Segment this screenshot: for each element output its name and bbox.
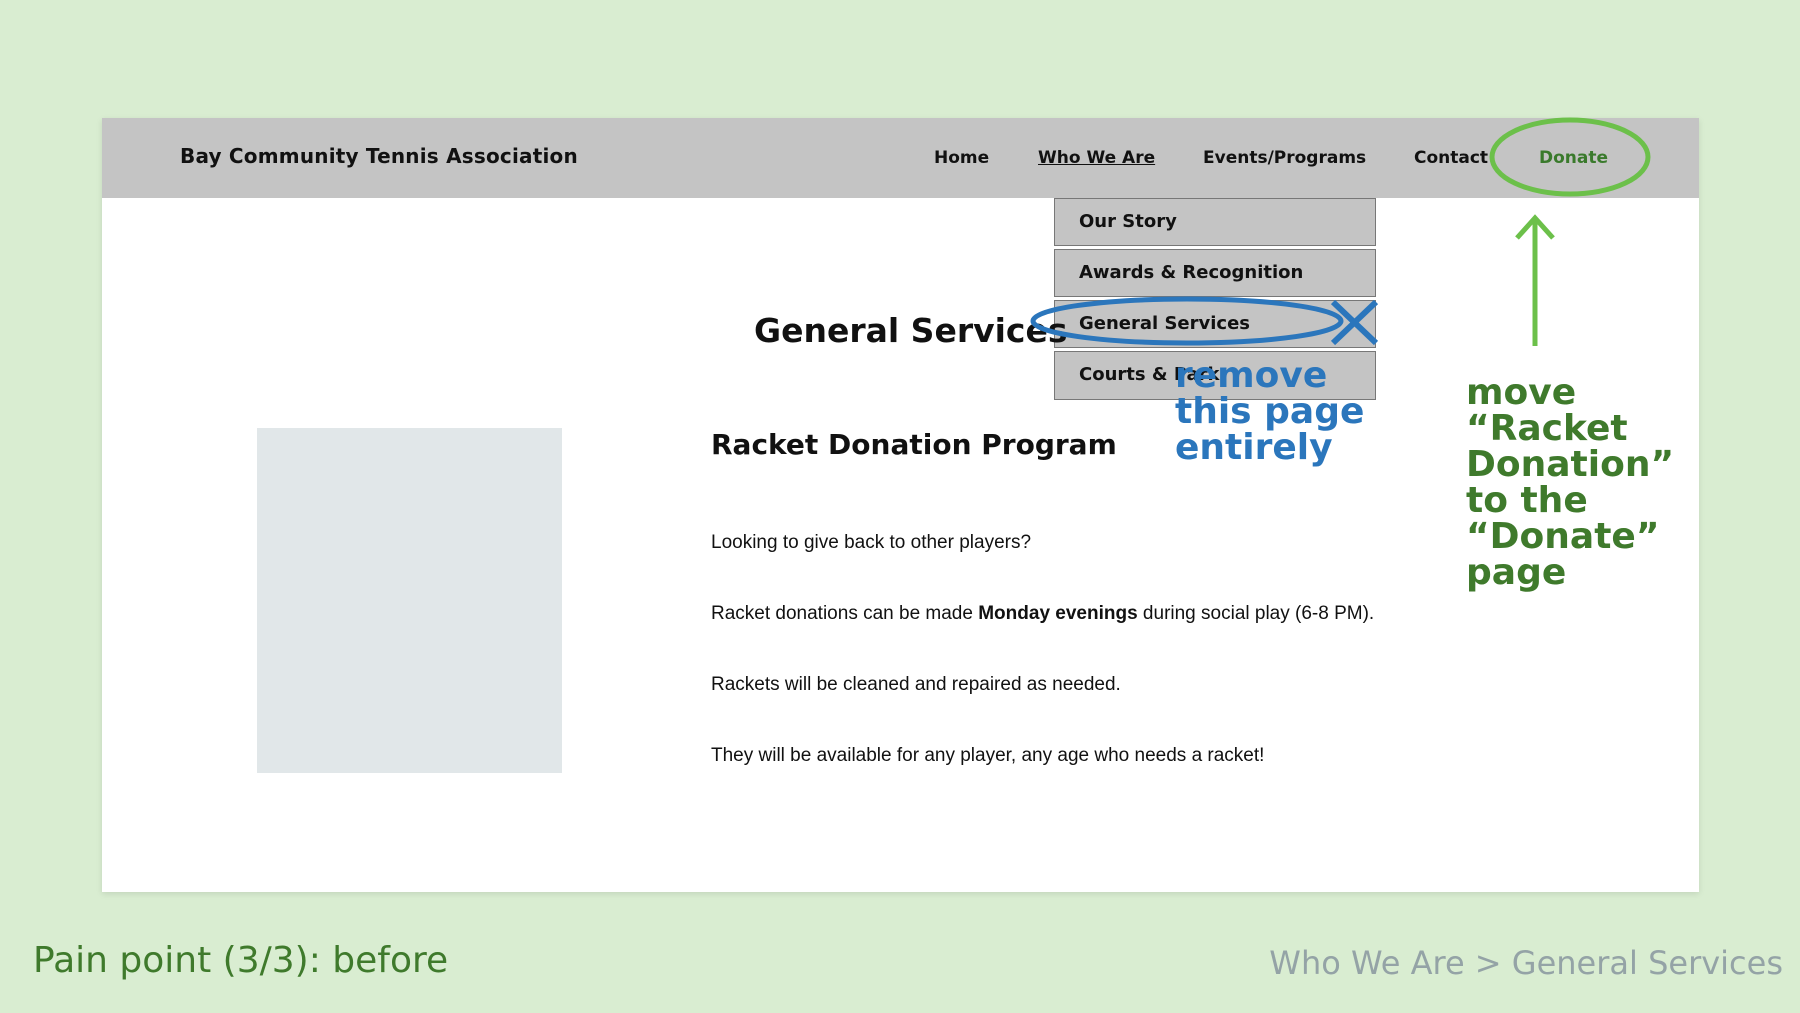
annotation-line: “Donate”	[1466, 516, 1660, 557]
dropdown-item-awards-recognition[interactable]: Awards & Recognition	[1054, 249, 1376, 297]
website-mockup-frame: Bay Community Tennis Association Home Wh…	[102, 118, 1699, 892]
paragraph-intro: Looking to give back to other players?	[711, 532, 1032, 553]
image-placeholder	[257, 428, 562, 773]
paragraph-text: during social play (6-8 PM).	[1137, 603, 1375, 624]
annotation-move-racket-donation: move “Racket Donation” to the “Donate” p…	[1466, 375, 1674, 591]
slide-caption: Pain point (3/3): before	[33, 940, 449, 981]
paragraph-cleaning: Rackets will be cleaned and repaired as …	[711, 674, 1121, 695]
annotation-line: remove	[1175, 355, 1328, 396]
annotation-line: to the	[1466, 480, 1588, 521]
page-title: General Services	[754, 311, 1068, 350]
paragraph-bold-text: Monday evenings	[978, 603, 1138, 624]
nav-donate[interactable]: Donate	[1539, 148, 1608, 168]
nav-home[interactable]: Home	[934, 148, 989, 168]
site-title[interactable]: Bay Community Tennis Association	[180, 144, 578, 168]
nav-who-we-are[interactable]: Who We Are	[1038, 148, 1155, 168]
annotation-line: “Racket	[1466, 408, 1628, 449]
dropdown-item-general-services[interactable]: General Services	[1054, 300, 1376, 348]
navbar: Bay Community Tennis Association Home Wh…	[102, 118, 1699, 198]
paragraph-donation-time: Racket donations can be made Monday even…	[711, 603, 1374, 625]
dropdown-item-our-story[interactable]: Our Story	[1054, 198, 1376, 246]
annotation-remove-page: remove this page entirely	[1175, 358, 1364, 466]
breadcrumb: Who We Are > General Services	[1269, 944, 1783, 982]
annotation-line: move	[1466, 372, 1577, 413]
nav-contact[interactable]: Contact	[1414, 148, 1488, 168]
annotation-line: page	[1466, 552, 1567, 593]
annotation-line: entirely	[1175, 427, 1333, 468]
paragraph-availability: They will be available for any player, a…	[711, 745, 1265, 766]
annotation-line: Donation”	[1466, 444, 1675, 485]
nav-events-programs[interactable]: Events/Programs	[1203, 148, 1366, 168]
section-heading: Racket Donation Program	[711, 428, 1117, 461]
paragraph-text: Racket donations can be made	[711, 603, 979, 624]
annotation-line: this page	[1175, 391, 1365, 432]
